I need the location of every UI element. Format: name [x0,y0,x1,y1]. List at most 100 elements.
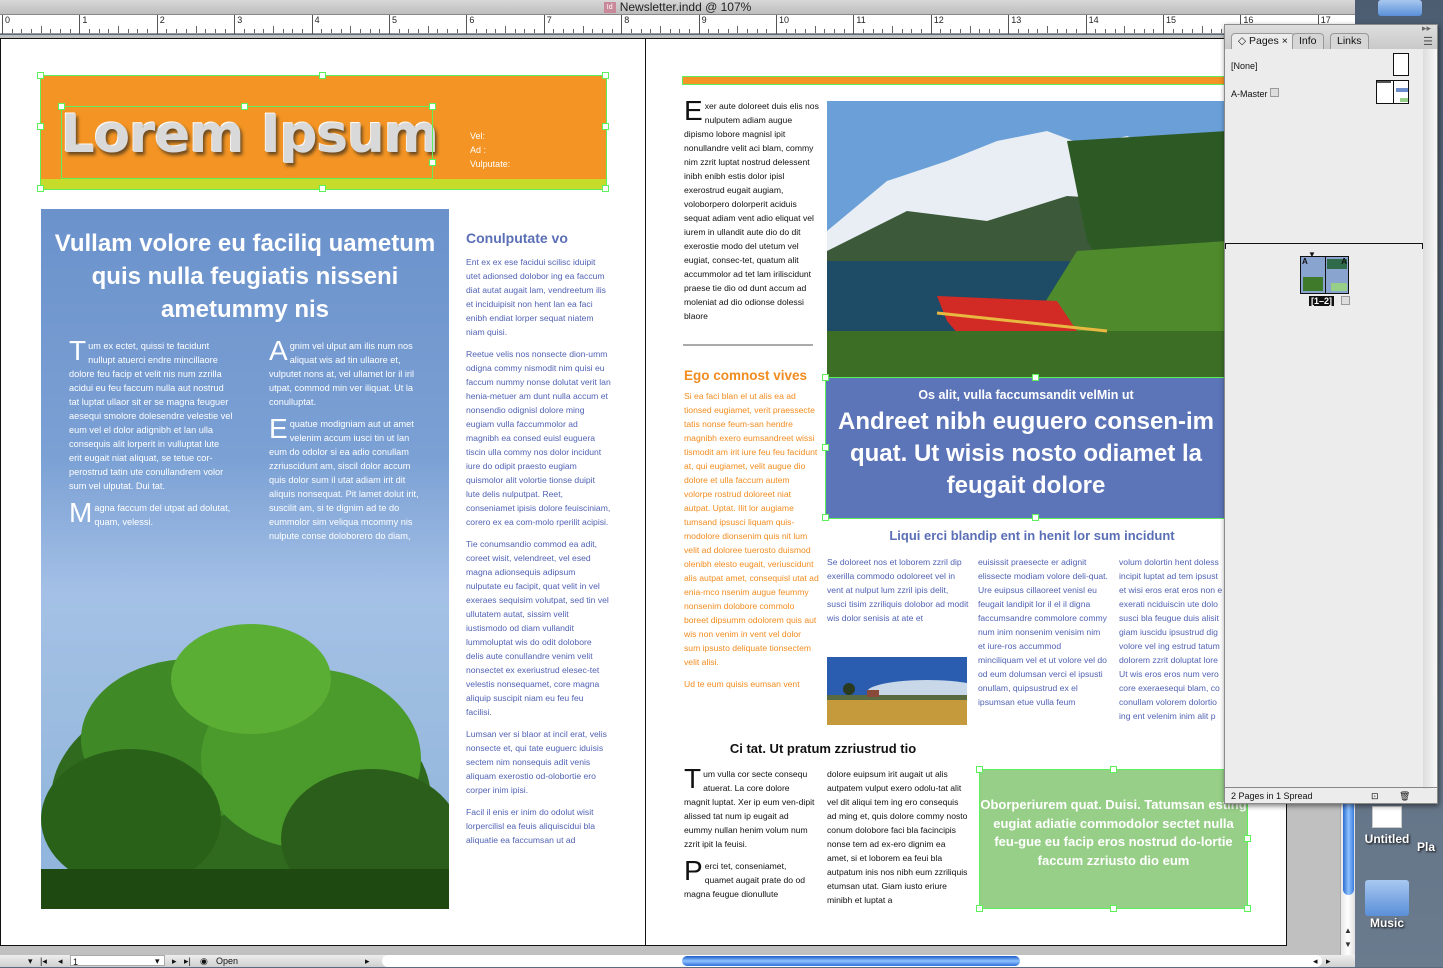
scroll-up-arrow[interactable]: ▲ [1344,926,1352,935]
resize-handle[interactable] [976,766,983,773]
ruler-minor-tick [892,26,894,33]
callout-selection[interactable] [979,769,1248,909]
preflight-icon[interactable]: ◉ [200,955,208,967]
orange-column: Ego comnost vives Si ea faci blan el ut … [684,369,819,699]
page-menu-icon[interactable]: ▾ [28,955,33,967]
document-icon [1372,806,1402,828]
resize-handle[interactable] [241,103,248,110]
resize-handle[interactable] [822,444,829,451]
master-none[interactable]: [None] [1231,61,1258,71]
first-page-button[interactable]: |◂ [40,955,47,967]
trash-icon[interactable]: 🗑 [1399,788,1410,804]
resize-handle[interactable] [58,103,65,110]
tree-photo[interactable] [41,589,449,909]
resize-handle[interactable] [822,514,829,521]
resize-handle[interactable] [976,905,983,912]
ruler-minor-tick [282,29,284,33]
ruler-minor-tick [147,29,149,33]
panel-scrollbar[interactable] [1423,49,1437,789]
desktop-item-untitled[interactable]: Untitled [1357,806,1417,846]
tab-label: Links [1337,35,1362,47]
ruler-minor-tick [1192,29,1194,33]
paragraph: euisissit praesecte er adignit elissecte… [978,557,1108,707]
next-page-button[interactable]: ▸ [172,955,177,967]
new-page-icon[interactable]: ⊡ [1371,788,1379,804]
panel-menu-icon[interactable]: ☰ [1423,35,1433,48]
desktop-item-music[interactable]: Music [1357,880,1417,930]
resize-handle[interactable] [37,72,44,79]
resize-handle[interactable] [319,185,326,192]
pull-quote-selection[interactable] [825,377,1227,519]
panel-divider[interactable] [1225,243,1423,249]
lake-boat-photo[interactable] [827,101,1227,378]
tab-label: Pages [1249,35,1279,47]
ruler-minor-tick [224,29,226,33]
panel-tab-bar: ◇ Pages × Info Links ▸▸ ☰ [1225,23,1437,49]
ruler-minor-tick [21,29,23,33]
open-status[interactable]: Open [216,955,238,967]
horizontal-ruler[interactable]: 0 1 2 3 4 5 6 7 8 9 10 11 12 13 14 15 16 17 [0,14,1387,34]
accent-bar-selection[interactable] [682,76,1229,85]
resize-handle[interactable] [602,123,609,130]
master-label: A-Master [1231,89,1268,99]
desktop-folder-top[interactable] [1370,0,1430,16]
prev-page-button[interactable]: ◂ [58,955,63,967]
resize-handle[interactable] [37,185,44,192]
last-page-button[interactable]: ▸| [184,955,191,967]
ruler-tick: 1 [79,15,87,34]
ruler-minor-tick [998,29,1000,33]
ruler-minor-tick [785,29,787,33]
scroll-down-arrow[interactable]: ▼ [1344,940,1352,949]
resize-handle[interactable] [1244,905,1251,912]
resize-handle[interactable] [1244,835,1251,842]
feature-column-1: Tum ex ectet, quissi te facidunt nullupt… [69,337,234,537]
field-photo[interactable] [827,657,967,725]
scroll-right-arrow[interactable]: ▸ [1326,955,1331,967]
resize-handle[interactable] [319,72,326,79]
ruler-minor-tick [688,29,690,33]
paragraph-text: gnim vel ulput am ilis num nos aliquat w… [269,341,415,407]
ruler-minor-tick [243,29,245,33]
feature-panel[interactable]: Vullam volore eu faciliq uametum quis nu… [41,209,449,909]
resize-handle[interactable] [1110,766,1117,773]
master-a[interactable]: A-Master [1231,88,1280,99]
resize-handle[interactable] [1032,514,1039,521]
ruler-minor-tick [756,29,758,33]
resize-handle[interactable] [1110,905,1117,912]
resize-handle[interactable] [1032,374,1039,381]
collapse-panel-icon[interactable]: ▸▸ [1422,23,1431,34]
ruler-minor-tick [640,29,642,33]
paragraph: Perci tet, conseniamet, quamet augait pr… [684,857,816,901]
horizontal-scrollbar[interactable] [382,955,1322,967]
status-menu-icon[interactable]: ▸ [365,955,370,967]
desktop-item-partial[interactable]: Pla [1417,840,1443,854]
master-none-thumbnail[interactable] [1393,53,1409,76]
resize-handle[interactable] [429,103,436,110]
paragraph: Se doloreet nos et loborem zzril dip exe… [827,557,969,623]
resize-handle[interactable] [429,159,436,166]
a-master-thumbnail[interactable] [1376,80,1409,104]
tab-info[interactable]: Info [1292,33,1324,49]
resize-handle[interactable] [37,123,44,130]
tab-pages[interactable]: ◇ Pages × [1231,33,1295,49]
ruler-minor-tick [969,26,971,33]
transparency-icon [1270,88,1280,97]
resize-handle[interactable] [602,185,609,192]
title-selection-frame[interactable] [61,106,433,179]
ruler-minor-tick [1056,29,1058,33]
spread-thumbnail[interactable]: A A [1300,256,1349,294]
ruler-minor-tick [408,29,410,33]
ruler-minor-tick [824,29,826,33]
page-number-field[interactable]: 1 [70,955,165,967]
tab-links[interactable]: Links [1330,33,1369,49]
ruler-minor-tick [350,26,352,33]
scroll-left-arrow[interactable]: ◂ [1313,955,1318,967]
ruler-minor-tick [882,29,884,33]
paragraph: Tie conumsandio commod ea adit, coreet w… [466,539,609,717]
resize-handle[interactable] [822,374,829,381]
paragraph: Exer aute doloreet duis elis nos nulpute… [684,97,819,323]
page-dropdown-icon[interactable]: ▾ [155,955,160,967]
close-icon[interactable]: × [1282,35,1288,47]
horizontal-scroll-thumb[interactable] [682,956,1021,966]
resize-handle[interactable] [602,72,609,79]
